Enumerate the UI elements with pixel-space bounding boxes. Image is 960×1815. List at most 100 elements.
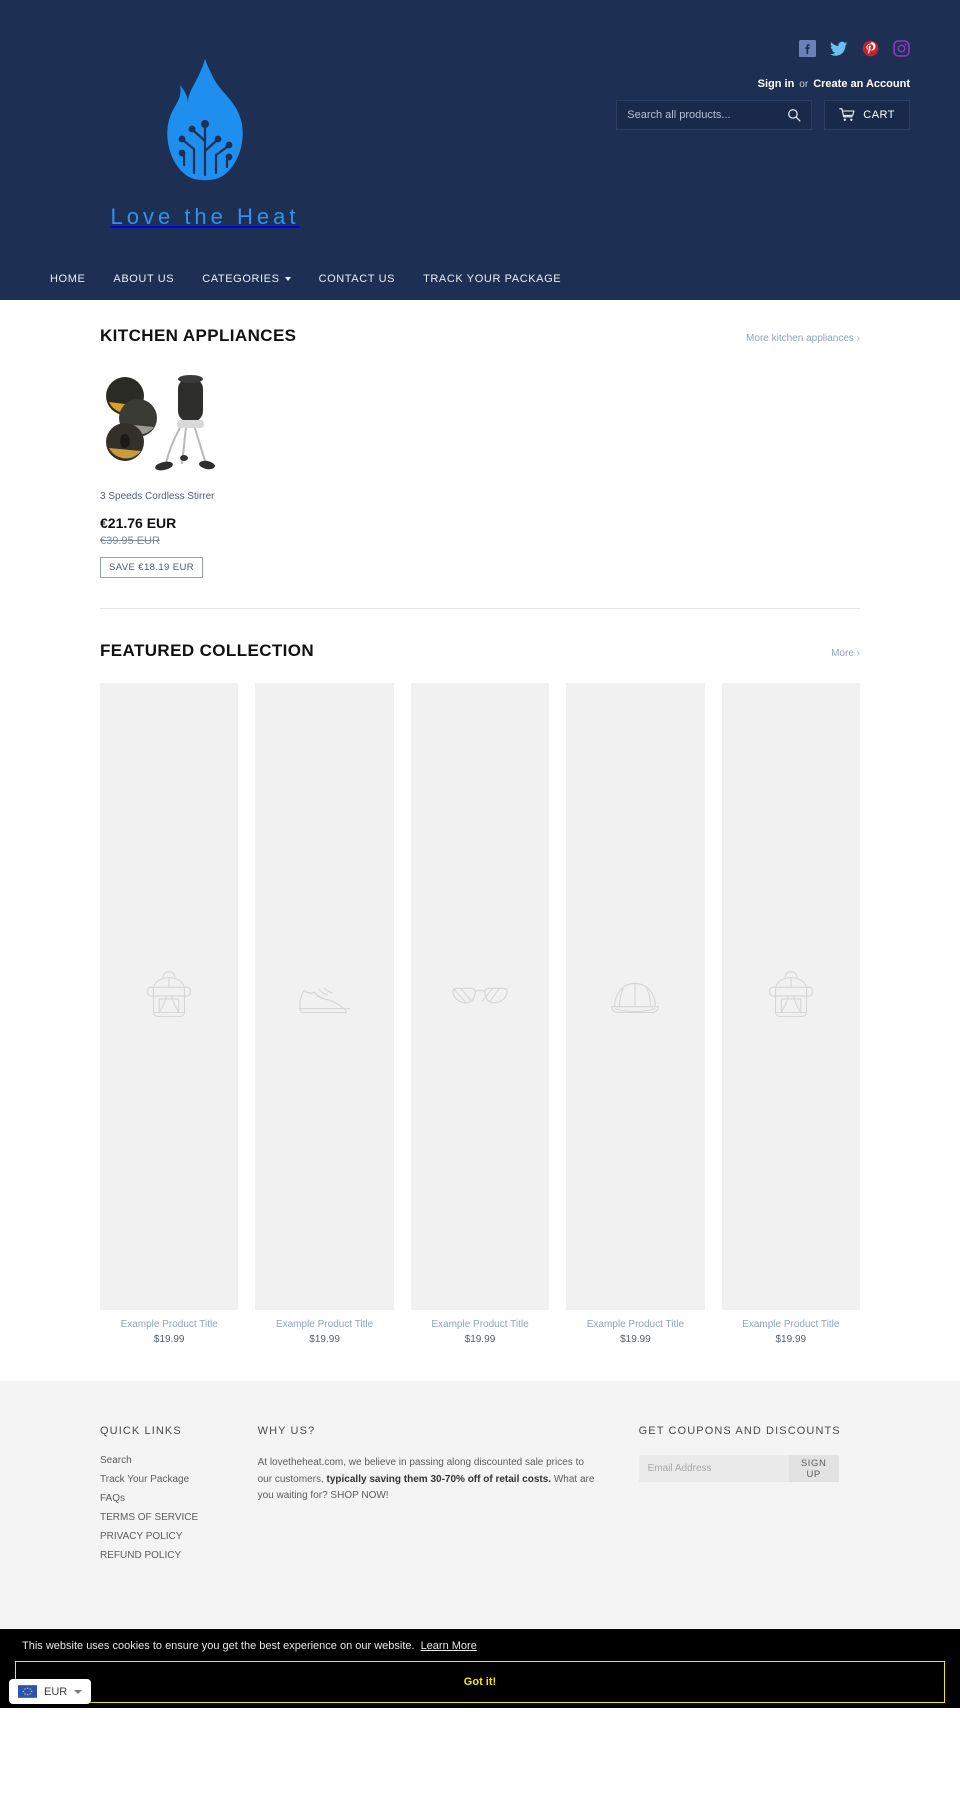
footer-link-privacy-policy[interactable]: PRIVACY POLICY xyxy=(100,1531,240,1542)
site-header: Love the Heat Sign in or Create an Account xyxy=(0,0,960,300)
product-title[interactable]: Example Product Title xyxy=(255,1319,393,1330)
twitter-icon[interactable] xyxy=(830,41,848,57)
footer-link-terms-of-service[interactable]: TERMS OF SERVICE xyxy=(100,1512,240,1523)
featured-product-grid: Example Product Title $19.99 Example Pro… xyxy=(100,683,860,1345)
product-title[interactable]: Example Product Title xyxy=(722,1319,860,1330)
instagram-icon[interactable] xyxy=(893,40,910,57)
product-price: $19.99 xyxy=(153,1334,185,1345)
product-price: €21.76 EUR xyxy=(100,515,177,531)
product-price: $19.99 xyxy=(464,1334,496,1345)
flame-circuit-logo-icon xyxy=(167,59,243,181)
featured-collection-section: FEATURED COLLECTION More › Example Produ… xyxy=(100,641,860,1345)
search-form xyxy=(616,100,813,130)
nav-label: ABOUT US xyxy=(113,273,175,285)
footer-quick-links: QUICK LINKS Search Track Your Package FA… xyxy=(100,1425,240,1569)
nav-label: HOME xyxy=(50,273,86,285)
product-image-placeholder[interactable] xyxy=(255,683,394,1310)
footer-heading: GET COUPONS AND DISCOUNTS xyxy=(638,1425,841,1437)
search-input[interactable] xyxy=(625,108,786,122)
nav-item-about-us[interactable]: ABOUT US xyxy=(113,273,190,285)
product-card[interactable]: Example Product Title $19.99 xyxy=(410,683,550,1345)
glasses-icon xyxy=(452,987,508,1003)
product-image-placeholder[interactable] xyxy=(100,683,239,1310)
backpack-icon xyxy=(768,970,813,1017)
product-title[interactable]: Example Product Title xyxy=(566,1319,704,1330)
footer-newsletter: GET COUPONS AND DISCOUNTS SIGN UP xyxy=(599,1425,860,1569)
create-account-link[interactable]: Create an Account xyxy=(813,78,910,90)
logo-wordmark: Love the Heat xyxy=(110,204,300,229)
product-price: $19.99 xyxy=(309,1334,340,1345)
main-content: KITCHEN APPLIANCES More kitchen applianc… xyxy=(100,300,860,1345)
footer-heading: QUICK LINKS xyxy=(100,1425,182,1437)
product-title[interactable]: Example Product Title xyxy=(411,1319,549,1330)
more-kitchen-appliances-link[interactable]: More kitchen appliances › xyxy=(746,333,860,344)
nav-label: CONTACT US xyxy=(318,273,396,285)
email-field[interactable] xyxy=(638,1455,789,1482)
product-card[interactable]: Example Product Title $19.99 xyxy=(721,683,860,1345)
cookie-consent-bar: This website uses cookies to ensure you … xyxy=(0,1629,960,1708)
search-icon xyxy=(788,109,801,122)
search-submit-button[interactable] xyxy=(785,108,803,122)
footer-heading: WHY US? xyxy=(257,1425,316,1437)
featured-collection-title: FEATURED COLLECTION xyxy=(100,641,315,660)
page-title: KITCHEN APPLIANCES xyxy=(100,326,297,345)
chevron-down-icon xyxy=(284,277,291,281)
kitchen-product-grid: 3 Speeds Cordless Stirrer €21.76 EUR €39… xyxy=(100,368,860,578)
facebook-icon[interactable] xyxy=(799,40,816,57)
kitchen-appliances-section: KITCHEN APPLIANCES More kitchen applianc… xyxy=(100,326,860,609)
why-us-text-bold: typically saving them 30-70% off of reta… xyxy=(326,1473,552,1485)
product-image-placeholder[interactable] xyxy=(566,683,705,1310)
nav-label: TRACK YOUR PACKAGE xyxy=(423,273,562,285)
backpack-icon xyxy=(147,970,192,1017)
cookie-message: This website uses cookies to ensure you … xyxy=(0,1640,960,1652)
product-card[interactable]: Example Product Title $19.99 xyxy=(255,683,394,1345)
footer-link-faqs[interactable]: FAQs xyxy=(100,1493,240,1504)
cookie-message-text: This website uses cookies to ensure you … xyxy=(22,1640,415,1652)
eu-flag-icon xyxy=(18,1685,37,1698)
product-title[interactable]: 3 Speeds Cordless Stirrer xyxy=(100,490,246,504)
product-title[interactable]: Example Product Title xyxy=(100,1319,238,1330)
footer-why-us: WHY US? At lovetheheat.com, we believe i… xyxy=(240,1425,599,1569)
product-card[interactable]: Example Product Title $19.99 xyxy=(100,683,239,1345)
sign-up-button[interactable]: SIGN UP xyxy=(788,1455,839,1482)
product-price: $19.99 xyxy=(775,1334,807,1345)
newsletter-form: SIGN UP xyxy=(638,1455,839,1482)
footer-link-search[interactable]: Search xyxy=(100,1455,240,1466)
cookie-learn-more-link[interactable]: Learn More xyxy=(421,1640,477,1652)
account-or-text: or xyxy=(799,79,809,90)
footer-why-us-text: At lovetheheat.com, we believe in passin… xyxy=(258,1455,599,1505)
account-links: Sign in or Create an Account xyxy=(758,78,910,90)
chevron-down-icon xyxy=(74,1689,83,1694)
pinterest-icon[interactable] xyxy=(862,40,879,57)
product-card[interactable]: 3 Speeds Cordless Stirrer €21.76 EUR €39… xyxy=(100,368,246,578)
product-image-placeholder[interactable] xyxy=(410,683,550,1310)
nav-item-track-your-package[interactable]: TRACK YOUR PACKAGE xyxy=(423,273,577,285)
product-image-placeholder[interactable] xyxy=(721,683,860,1310)
cap-icon xyxy=(611,982,660,1013)
cart-icon xyxy=(839,108,855,121)
footer-link-track-your-package[interactable]: Track Your Package xyxy=(100,1474,240,1485)
product-card[interactable]: Example Product Title $19.99 xyxy=(566,683,705,1345)
cart-button[interactable]: CART xyxy=(824,100,910,130)
nav-label: CATEGORIES xyxy=(202,273,280,285)
currency-selector[interactable]: EUR xyxy=(9,1679,92,1704)
more-featured-link[interactable]: More › xyxy=(831,648,860,659)
product-image[interactable] xyxy=(100,368,246,480)
cookie-accept-button[interactable]: Got it! xyxy=(15,1661,945,1703)
status-badge: SAVE €18.19 EUR xyxy=(100,557,204,578)
cordless-stirrer-photo-icon xyxy=(106,375,215,471)
social-links xyxy=(799,40,910,57)
product-price: $19.99 xyxy=(620,1334,651,1345)
section-divider xyxy=(100,608,860,609)
shoe-icon xyxy=(298,986,350,1013)
main-navigation: HOME ABOUT US CATEGORIES CONTACT US TRAC… xyxy=(50,258,910,300)
nav-item-categories[interactable]: CATEGORIES xyxy=(202,273,306,285)
cart-label: CART xyxy=(863,109,895,121)
site-logo[interactable]: Love the Heat xyxy=(90,55,320,230)
nav-item-home[interactable]: HOME xyxy=(50,273,101,285)
nav-item-contact-us[interactable]: CONTACT US xyxy=(319,273,412,285)
currency-code: EUR xyxy=(44,1685,68,1698)
footer-link-refund-policy[interactable]: REFUND POLICY xyxy=(100,1550,240,1561)
sign-in-link[interactable]: Sign in xyxy=(758,78,795,90)
search-and-cart: CART xyxy=(616,100,910,130)
